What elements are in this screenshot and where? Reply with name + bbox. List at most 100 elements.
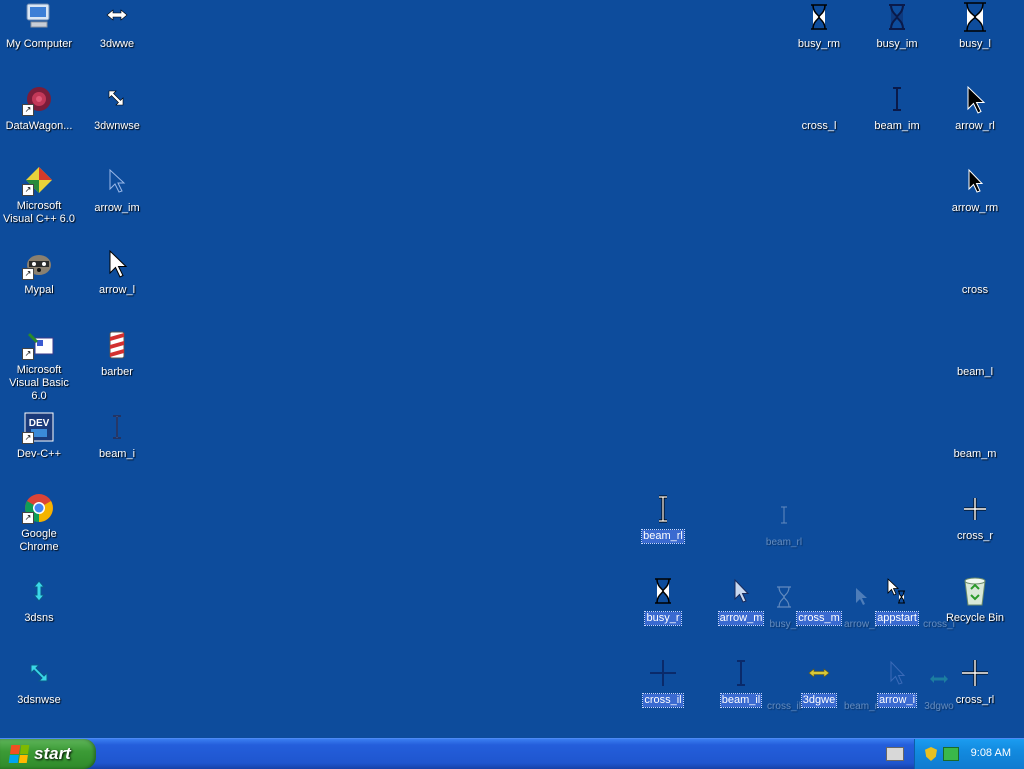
start-label: start xyxy=(34,744,71,763)
crosshair-cursor-icon xyxy=(646,656,680,690)
network-icon[interactable] xyxy=(943,747,959,761)
hourglass-icon xyxy=(646,574,680,608)
file-label: 3dsns xyxy=(24,612,54,624)
security-shield-icon[interactable] xyxy=(925,747,937,761)
shortcut-arrow-icon: ↗ xyxy=(22,348,34,360)
text-beam-cursor-icon xyxy=(646,492,680,526)
file-label: 3dgwo xyxy=(924,701,954,712)
beam-l-file[interactable]: beam_l xyxy=(936,328,1014,390)
horizontal-resize-cursor-icon xyxy=(922,662,956,696)
text-beam-cursor-icon xyxy=(100,410,134,444)
cross-il-file[interactable]: cross_il xyxy=(624,656,702,718)
arrow-cursor-icon xyxy=(958,164,992,198)
file-label: cross_i xyxy=(923,619,955,630)
taskbar: start 9:08 AM xyxy=(0,738,1024,769)
file-label: cross xyxy=(961,284,989,296)
arrow-cursor-icon xyxy=(100,246,134,280)
datawagon-icon: ↗ xyxy=(22,82,56,116)
shortcut-label: My Computer xyxy=(5,38,73,50)
file-label: cross_r xyxy=(956,530,994,542)
arrow-cursor-icon xyxy=(958,82,992,116)
shortcut-label: Google Chrome xyxy=(19,528,59,553)
file-label: beam_m xyxy=(953,448,997,460)
file-label: cross_l xyxy=(801,120,837,132)
start-button[interactable]: start xyxy=(0,739,96,769)
3dgwo-ghost: 3dgwo xyxy=(900,662,978,724)
shortcut-label: Microsoft Visual Basic 6.0 xyxy=(9,364,69,402)
file-label: busy_r xyxy=(644,611,682,626)
file-label: 3dsnwse xyxy=(17,694,61,706)
3dwnwse-file[interactable]: 3dwnwse xyxy=(78,82,156,144)
beam-rl-ghost: beam_rl xyxy=(745,498,823,560)
shortcut-label: Mypal xyxy=(24,284,54,296)
shortcut-arrow-icon: ↗ xyxy=(22,184,34,196)
file-label: beam_rl xyxy=(765,537,803,548)
shortcut-label: Microsoft Visual C++ 6.0 xyxy=(3,200,75,225)
arrow-rm-file[interactable]: arrow_rm xyxy=(936,164,1014,226)
arrow-im-file[interactable]: arrow_im xyxy=(78,164,156,226)
clock[interactable]: 9:08 AM xyxy=(971,747,1011,759)
beam-im-file[interactable]: beam_im xyxy=(858,82,936,144)
3dsnwse-file[interactable]: 3dsnwse xyxy=(0,656,78,718)
dev-cpp-icon: DEV ↗ xyxy=(22,410,56,444)
diagonal-resize-cursor-icon xyxy=(100,82,134,116)
file-label: arrow_l xyxy=(98,284,136,296)
file-label: busy_im xyxy=(876,38,918,50)
blank-cursor-icon xyxy=(922,580,956,614)
file-label: beam_rl xyxy=(641,529,685,544)
vertical-resize-cursor-icon xyxy=(22,574,56,608)
keyboard-icon[interactable] xyxy=(886,747,904,761)
arrow-rl-file[interactable]: arrow_rl xyxy=(936,82,1014,144)
mypal-shortcut[interactable]: ↗ Mypal xyxy=(0,246,78,308)
visual-basic-shortcut[interactable]: ↗ Microsoft Visual Basic 6.0 xyxy=(0,328,78,402)
cross-r-file[interactable]: cross_r xyxy=(936,492,1014,554)
windows-logo-icon xyxy=(8,745,30,763)
shortcut-arrow-icon: ↗ xyxy=(22,104,34,116)
shortcut-label: Dev-C++ xyxy=(16,448,62,460)
chrome-icon: ↗ xyxy=(22,492,56,524)
crosshair-cursor-icon xyxy=(958,492,992,526)
hourglass-icon xyxy=(802,0,836,34)
system-tray: 9:08 AM xyxy=(914,739,1024,769)
cross-file[interactable]: cross xyxy=(936,246,1014,308)
datawagon-shortcut[interactable]: ↗ DataWagon... xyxy=(0,82,78,144)
text-beam-cursor-icon xyxy=(767,498,801,532)
file-label: 3dwwe xyxy=(99,38,135,50)
shortcut-label: DataWagon... xyxy=(5,120,73,132)
beam-rl-file[interactable]: beam_rl xyxy=(624,492,702,554)
file-label: barber xyxy=(101,366,133,378)
busy-rm-file[interactable]: busy_rm xyxy=(780,0,858,62)
beam-i-file[interactable]: beam_i xyxy=(78,410,156,472)
google-chrome-shortcut[interactable]: ↗ Google Chrome xyxy=(0,492,78,554)
blank-cursor-icon xyxy=(958,328,992,362)
blank-cursor-icon xyxy=(802,82,836,116)
visual-cpp-shortcut[interactable]: ↗ Microsoft Visual C++ 6.0 xyxy=(0,164,78,226)
cross-l-file[interactable]: cross_l xyxy=(780,82,858,144)
busy-r-file[interactable]: busy_r xyxy=(624,574,702,636)
3dwwe-file[interactable]: 3dwwe xyxy=(78,0,156,62)
beam-m-file[interactable]: beam_m xyxy=(936,410,1014,472)
file-label: arrow_rl xyxy=(955,120,995,132)
busy-im-file[interactable]: busy_im xyxy=(858,0,936,62)
shortcut-arrow-icon: ↗ xyxy=(22,268,34,280)
visual-basic-icon: ↗ xyxy=(22,328,56,360)
diagonal-resize-cursor-icon xyxy=(22,656,56,690)
busy-l-file[interactable]: busy_l xyxy=(936,0,1014,62)
file-label: cross_il xyxy=(642,693,684,708)
arrow-cursor-icon xyxy=(100,164,134,198)
file-label: beam_im xyxy=(874,120,920,132)
dev-cpp-shortcut[interactable]: DEV ↗ Dev-C++ xyxy=(0,410,78,472)
my-computer-shortcut[interactable]: My Computer xyxy=(0,0,78,62)
blank-cursor-icon xyxy=(958,410,992,444)
file-label: beam_l xyxy=(956,366,994,378)
hourglass-icon xyxy=(958,0,992,34)
file-label: arrow_im xyxy=(94,202,140,214)
raccoon-icon: ↗ xyxy=(22,246,56,280)
desktop: My Computer ↗ DataWagon... ↗ Microsoft V… xyxy=(0,0,1024,738)
hourglass-icon xyxy=(880,0,914,34)
barber-file[interactable]: barber xyxy=(78,328,156,390)
file-label: busy_l xyxy=(959,38,991,50)
arrow-l-file[interactable]: arrow_l xyxy=(78,246,156,308)
3dsns-file[interactable]: 3dsns xyxy=(0,574,78,636)
file-label: arrow_rm xyxy=(951,202,999,214)
